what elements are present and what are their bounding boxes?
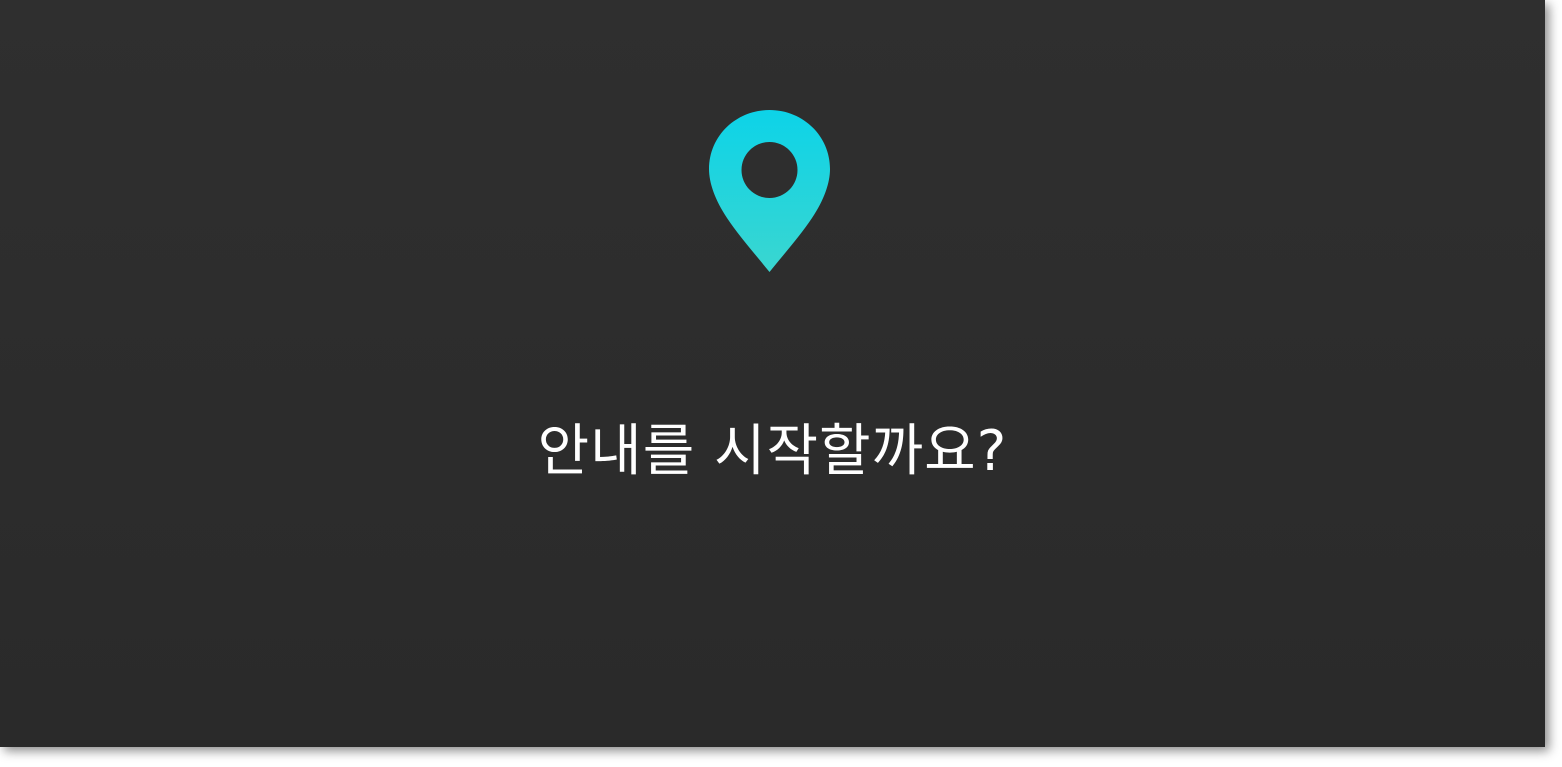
guidance-prompt-text: 안내를 시작할까요? <box>537 419 1008 484</box>
location-pin-icon <box>709 110 830 273</box>
guidance-start-dialog: 안내를 시작할까요? <box>0 0 1545 747</box>
